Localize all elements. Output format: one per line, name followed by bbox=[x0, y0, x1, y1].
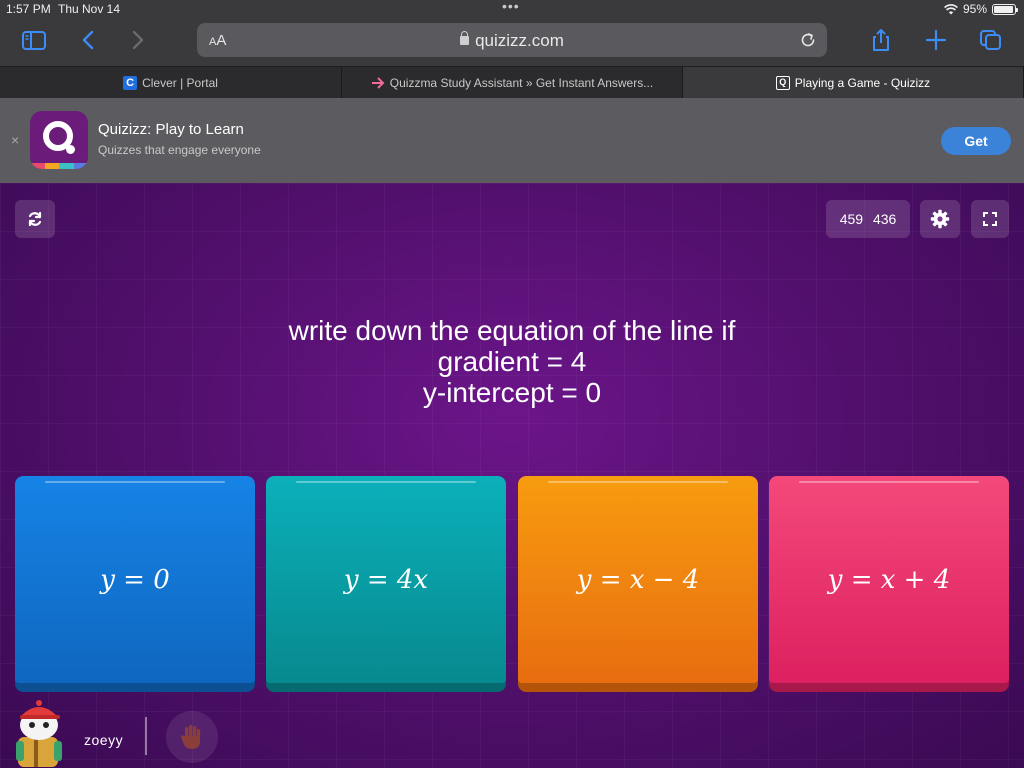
tab-label: Quizzma Study Assistant » Get Instant An… bbox=[389, 76, 654, 90]
gear-icon bbox=[930, 209, 950, 229]
url-field[interactable]: quizizz.com bbox=[197, 31, 827, 51]
get-app-button[interactable]: Get bbox=[941, 127, 1011, 155]
divider bbox=[145, 717, 147, 755]
app-name: Quizizz: Play to Learn bbox=[98, 121, 244, 138]
tab-quizizz[interactable]: Q Playing a Game - Quizizz bbox=[683, 67, 1024, 99]
smart-app-banner: × Quizizz: Play to Learn Quizzes that en… bbox=[0, 98, 1024, 183]
quizizz-favicon-icon: Q bbox=[775, 76, 790, 90]
tab-overview-icon[interactable] bbox=[978, 28, 1004, 52]
tab-label: Playing a Game - Quizizz bbox=[794, 76, 931, 90]
answer-option-1[interactable]: y = 0 bbox=[15, 476, 255, 692]
question-line: write down the equation of the line if bbox=[288, 315, 736, 346]
close-banner-icon[interactable]: × bbox=[11, 132, 19, 148]
back-icon[interactable] bbox=[76, 28, 102, 52]
fullscreen-icon bbox=[983, 212, 997, 226]
lock-icon bbox=[460, 31, 470, 45]
raise-hand-button[interactable] bbox=[166, 711, 218, 763]
battery-icon bbox=[992, 3, 1018, 15]
score-value-b: 436 bbox=[872, 211, 897, 227]
status-date: Thu Nov 14 bbox=[58, 2, 121, 16]
answer-option-3[interactable]: y = x − 4 bbox=[518, 476, 758, 692]
question-text: write down the equation of the line if g… bbox=[0, 315, 1024, 408]
raise-hand-icon bbox=[181, 725, 201, 749]
question-line: y-intercept = 0 bbox=[422, 377, 602, 408]
status-time: 1:57 PM bbox=[6, 2, 51, 16]
reload-icon[interactable] bbox=[799, 31, 817, 49]
sync-icon bbox=[28, 211, 42, 227]
battery-level bbox=[994, 5, 1013, 13]
sidebar-icon[interactable] bbox=[21, 28, 47, 52]
score-value-a: 459 bbox=[839, 211, 864, 227]
tab-bar: C Clever | Portal Quizzma Study Assistan… bbox=[0, 66, 1024, 99]
clever-favicon-icon: C bbox=[123, 76, 138, 90]
answer-option-4[interactable]: y = x + 4 bbox=[769, 476, 1009, 692]
new-tab-icon[interactable] bbox=[923, 28, 949, 52]
settings-button[interactable] bbox=[920, 200, 960, 238]
fullscreen-button[interactable] bbox=[971, 200, 1009, 238]
multitasking-dots-icon[interactable]: ••• bbox=[502, 0, 520, 14]
battery-percent: 95% bbox=[962, 2, 987, 16]
quizizz-app-icon bbox=[30, 111, 88, 169]
arrow-icon bbox=[371, 77, 385, 89]
tab-quizzma[interactable]: Quizzma Study Assistant » Get Instant An… bbox=[342, 67, 695, 99]
quiz-game-area: 459 436 write down the equation of the l… bbox=[0, 183, 1024, 768]
answer-label: y = x + 4 bbox=[827, 564, 951, 595]
address-bar[interactable]: AA quizizz.com bbox=[197, 23, 827, 57]
share-icon[interactable] bbox=[868, 28, 894, 52]
reload-game-button[interactable] bbox=[15, 200, 55, 238]
answer-label: y = 0 bbox=[100, 564, 170, 595]
player-bar: zoeyy bbox=[0, 693, 1024, 768]
player-name: zoeyy bbox=[84, 732, 124, 748]
status-indicators: 95% bbox=[944, 2, 1018, 16]
player-avatar bbox=[16, 700, 62, 767]
app-tagline: Quizzes that engage everyone bbox=[98, 143, 261, 157]
forward-icon[interactable] bbox=[124, 28, 150, 52]
answer-option-2[interactable]: y = 4x bbox=[266, 476, 506, 692]
tab-label: Clever | Portal bbox=[142, 76, 218, 90]
score-display: 459 436 bbox=[826, 200, 910, 238]
tab-clever[interactable]: C Clever | Portal bbox=[0, 67, 342, 99]
url-text: quizizz.com bbox=[475, 31, 564, 50]
answer-label: y = x − 4 bbox=[576, 564, 700, 595]
browser-chrome: 1:57 PM Thu Nov 14 ••• 95% AA quizizz.co… bbox=[0, 0, 1024, 66]
question-line: gradient = 4 bbox=[437, 346, 587, 377]
answer-label: y = 4x bbox=[343, 564, 429, 595]
wifi-icon bbox=[944, 3, 958, 14]
